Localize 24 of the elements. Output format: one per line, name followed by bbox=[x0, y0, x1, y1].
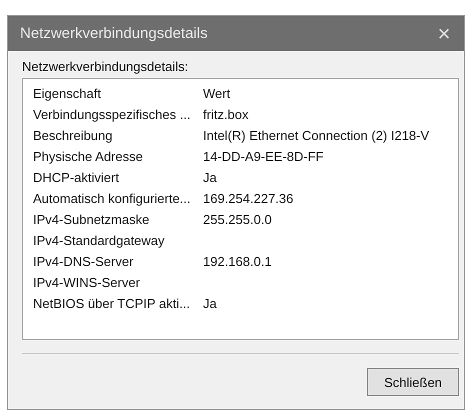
value-cell-text: 14-DD-A9-EE-8D-FF bbox=[203, 149, 325, 164]
property-cell-text: Verbindungsspezifisches ... bbox=[33, 107, 192, 122]
close-dialog-button[interactable]: Schließen bbox=[367, 368, 459, 396]
property-cell-text: IPv4-Standardgateway bbox=[33, 233, 166, 248]
property-cell-text: IPv4-WINS-Server bbox=[33, 275, 141, 290]
value-cell-text: Ja bbox=[203, 296, 218, 311]
property-cell-text: Physische Adresse bbox=[33, 149, 144, 164]
column-header: Eigenschaft bbox=[33, 86, 102, 101]
property-cell-text: Beschreibung bbox=[33, 128, 114, 143]
value-cell-text: 169.254.227.36 bbox=[203, 191, 294, 206]
property-cell-text: Automatisch konfigurierte... bbox=[33, 191, 192, 206]
property-cell-text: NetBIOS über TCPIP akti... bbox=[33, 296, 192, 311]
value-cell-text: Ja bbox=[203, 170, 218, 185]
value-cell-text: 192.168.0.1 bbox=[203, 254, 273, 269]
close-button[interactable]: × bbox=[424, 16, 464, 51]
value-cell-text: 255.255.0.0 bbox=[203, 212, 273, 227]
column-header: Wert bbox=[203, 86, 232, 101]
property-cell-text: IPv4-DNS-Server bbox=[33, 254, 134, 269]
property-cell-text: DHCP-aktiviert bbox=[33, 170, 120, 185]
value-cell-text: Intel(R) Ethernet Connection (2) I218-V bbox=[203, 128, 430, 143]
value-cell-text: fritz.box bbox=[203, 107, 250, 122]
window-title: Netzwerkverbindungsdetails bbox=[20, 25, 208, 42]
list-label: Netzwerkverbindungsdetails: bbox=[22, 59, 190, 74]
property-cell-text: IPv4-Subnetzmaske bbox=[33, 212, 150, 227]
